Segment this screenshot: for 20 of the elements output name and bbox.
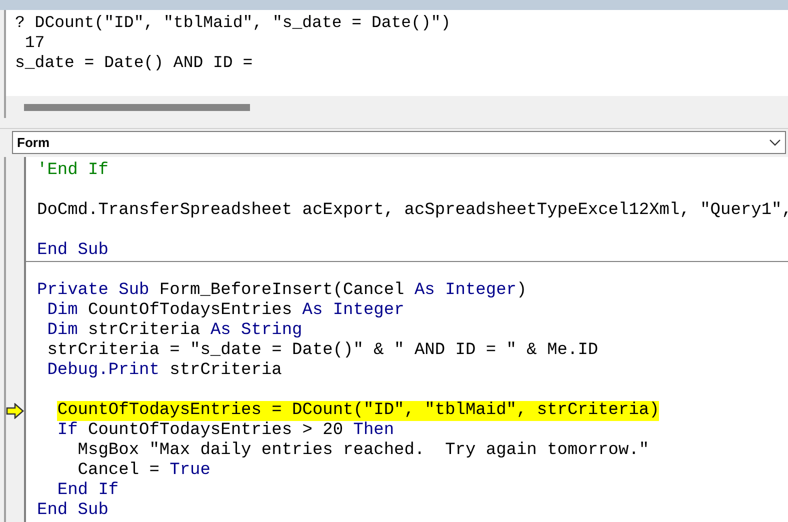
scrollbar-thumb[interactable] <box>24 104 250 110</box>
code-line: Debug.Print strCriteria <box>46 361 282 381</box>
code-line: DoCmd.TransferSpreadsheet acExport, acSpreadsheetTypeExcel12Xml, "Query1", <box>37 201 788 221</box>
chevron-down-icon <box>769 138 781 146</box>
horizontal-scrollbar[interactable] <box>6 96 788 118</box>
object-dropdown[interactable]: Form <box>12 131 786 154</box>
code-line: Dim CountOfTodaysEntries As Integer <box>46 301 404 321</box>
code-line: Private Sub Form_BeforeInsert(Cancel As Integer) <box>37 281 527 301</box>
code-line: MsgBox "Max daily entries reached. Try again tomorrow." <box>76 441 650 461</box>
immediate-line: 17 <box>24 33 45 53</box>
code-line: strCriteria = "s_date = Date()" & " AND ID = " & Me.ID <box>46 341 598 361</box>
code-line: If CountOfTodaysEntries > 20 Then <box>56 421 394 441</box>
code-line: End If <box>56 481 119 501</box>
code-line: End Sub <box>37 241 108 261</box>
code-line: Dim strCriteria As String <box>46 321 302 341</box>
immediate-line: ? DCount("ID", "tblMaid", "s_date = Date()") <box>15 13 451 33</box>
immediate-line: s_date = Date() AND ID = <box>15 53 253 73</box>
code-line: Cancel = True <box>76 461 210 481</box>
code-line: 'End If <box>37 161 108 181</box>
code-line: End Sub <box>37 501 108 521</box>
